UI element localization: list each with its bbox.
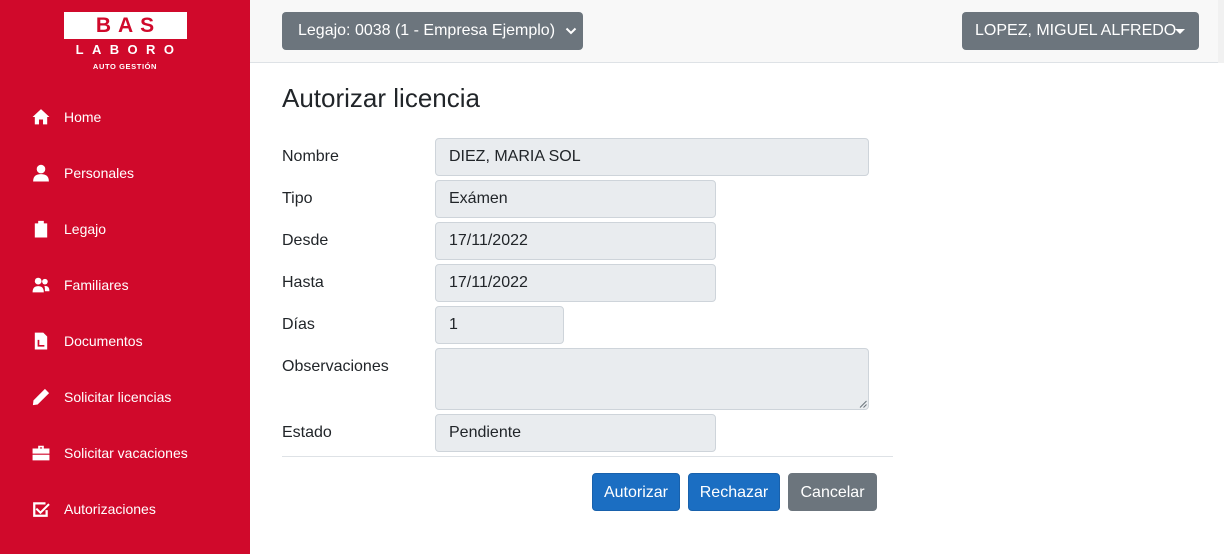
logo: BAS LABORO AUTO GESTIÓN xyxy=(62,12,188,74)
autorizar-button[interactable]: Autorizar xyxy=(592,473,680,511)
observaciones-label: Observaciones xyxy=(282,358,389,375)
legajo-select-value: Legajo: 0038 (1 - Empresa Ejemplo) xyxy=(298,22,556,39)
observaciones-textarea[interactable] xyxy=(435,348,869,410)
sidebar-item-label: Home xyxy=(64,109,102,125)
sidebar-item-legajo[interactable]: Legajo xyxy=(0,201,250,257)
sidebar: BAS LABORO AUTO GESTIÓN Home Personales … xyxy=(0,0,250,554)
dias-label: Días xyxy=(282,316,315,333)
sidebar-item-label: Legajo xyxy=(64,221,107,237)
user-name: LOPEZ, MIGUEL ALFREDO xyxy=(975,22,1177,39)
hasta-label: Hasta xyxy=(282,274,324,291)
rechazar-button[interactable]: Rechazar xyxy=(688,473,780,511)
page-title: Autorizar licencia xyxy=(282,83,480,113)
desde-field[interactable]: 17/11/2022 xyxy=(435,222,716,260)
estado-label: Estado xyxy=(282,424,332,441)
sidebar-item-autorizaciones[interactable]: Autorizaciones xyxy=(0,481,250,537)
chevron-down-icon xyxy=(565,27,577,35)
sidebar-item-home[interactable]: Home xyxy=(0,89,250,145)
pencil-icon xyxy=(32,388,50,406)
caret-down-icon xyxy=(1175,29,1185,34)
tipo-label: Tipo xyxy=(282,190,313,207)
legajo-select[interactable]: Legajo: 0038 (1 - Empresa Ejemplo) xyxy=(282,12,583,50)
user-icon xyxy=(32,164,50,182)
user-menu-button[interactable]: LOPEZ, MIGUEL ALFREDO xyxy=(962,12,1199,50)
sidebar-item-label: Solicitar licencias xyxy=(64,389,172,405)
sidebar-item-label: Documentos xyxy=(64,333,143,349)
resize-handle-icon[interactable] xyxy=(859,400,867,408)
estado-field[interactable]: Pendiente xyxy=(435,414,716,452)
cancelar-button[interactable]: Cancelar xyxy=(788,473,877,511)
sidebar-item-personales[interactable]: Personales xyxy=(0,145,250,201)
sidebar-nav: Home Personales Legajo Familiares Docume… xyxy=(0,89,250,537)
nombre-field[interactable]: DIEZ, MARIA SOL xyxy=(435,138,869,176)
logo-line3: AUTO GESTIÓN xyxy=(92,62,158,71)
check-square-icon xyxy=(32,500,50,518)
desde-label: Desde xyxy=(282,232,329,249)
sidebar-item-familiares[interactable]: Familiares xyxy=(0,257,250,313)
top-navbar: Legajo: 0038 (1 - Empresa Ejemplo) LOPEZ… xyxy=(250,0,1224,63)
scrollbar[interactable] xyxy=(1218,0,1224,63)
sidebar-item-documentos[interactable]: Documentos xyxy=(0,313,250,369)
clipboard-icon xyxy=(32,220,50,238)
form-divider xyxy=(282,456,893,457)
hasta-field[interactable]: 17/11/2022 xyxy=(435,264,716,302)
sidebar-item-label: Solicitar vacaciones xyxy=(64,445,188,461)
logo-line1: BAS xyxy=(64,12,187,39)
dias-field[interactable]: 1 xyxy=(435,306,564,344)
logo-line2: LABORO xyxy=(75,42,183,57)
nombre-label: Nombre xyxy=(282,148,339,165)
home-icon xyxy=(32,108,50,126)
sidebar-item-label: Familiares xyxy=(64,277,129,293)
document-icon xyxy=(32,332,50,350)
sidebar-item-label: Personales xyxy=(64,165,135,181)
tipo-field[interactable]: Exámen xyxy=(435,180,716,218)
sidebar-item-solicitar-vacaciones[interactable]: Solicitar vacaciones xyxy=(0,425,250,481)
users-icon xyxy=(32,276,50,294)
briefcase-icon xyxy=(32,444,50,462)
sidebar-item-label: Autorizaciones xyxy=(64,501,156,517)
sidebar-item-solicitar-licencias[interactable]: Solicitar licencias xyxy=(0,369,250,425)
